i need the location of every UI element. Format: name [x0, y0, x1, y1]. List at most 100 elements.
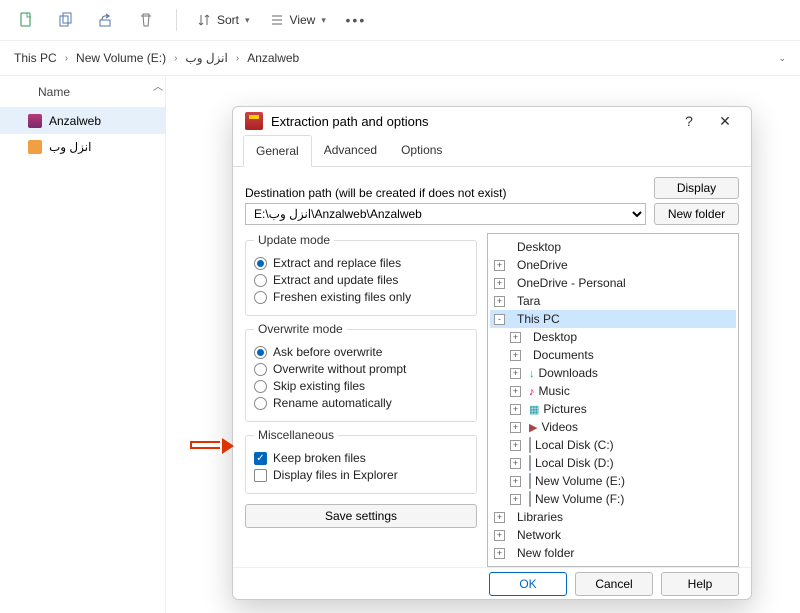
new-icon[interactable]: [10, 4, 42, 36]
dialog-body: Destination path (will be created if doe…: [233, 167, 751, 567]
cancel-button[interactable]: Cancel: [575, 572, 653, 596]
tab-advanced[interactable]: Advanced: [312, 135, 389, 166]
tree-node[interactable]: + OneDrive - Personal: [490, 274, 736, 292]
view-menu[interactable]: View ▾: [264, 13, 332, 27]
tree-label: Tara: [517, 294, 540, 308]
tree-label: Desktop: [533, 330, 577, 344]
tree-label: New folder: [517, 546, 574, 560]
radio-overwrite-noprompt[interactable]: Overwrite without prompt: [254, 362, 468, 376]
tree-node[interactable]: + Documents: [490, 346, 736, 364]
checkbox-display-explorer[interactable]: Display files in Explorer: [254, 468, 468, 482]
help-icon[interactable]: ?: [675, 107, 703, 135]
tree-node[interactable]: - This PC: [490, 310, 736, 328]
expand-icon[interactable]: +: [510, 368, 521, 379]
radio-extract-replace[interactable]: Extract and replace files: [254, 256, 468, 270]
tree-node[interactable]: + ▶ Videos: [490, 418, 736, 436]
radio-skip-existing[interactable]: Skip existing files: [254, 379, 468, 393]
sort-label: Sort: [217, 13, 239, 27]
radio-ask-overwrite[interactable]: Ask before overwrite: [254, 345, 468, 359]
pdf-icon: [28, 140, 42, 154]
tree-label: New Volume (F:): [535, 492, 624, 506]
tree-node[interactable]: +Network: [490, 526, 736, 544]
folder-tree[interactable]: Desktop+OneDrive+OneDrive - Personal+Tar…: [487, 233, 739, 567]
expand-icon[interactable]: +: [494, 512, 505, 523]
radio-rename-auto[interactable]: Rename automatically: [254, 396, 468, 410]
tree-label: Downloads: [539, 366, 598, 380]
crumb[interactable]: New Volume (E:): [76, 51, 166, 65]
tree-node[interactable]: + New Volume (F:): [490, 490, 736, 508]
share-icon[interactable]: [90, 4, 122, 36]
list-item[interactable]: Anzalweb: [0, 108, 165, 134]
radio-extract-update[interactable]: Extract and update files: [254, 273, 468, 287]
tree-node[interactable]: +↓Downloads: [490, 364, 736, 382]
folder-icon: ▶: [525, 420, 537, 434]
expand-icon[interactable]: +: [510, 404, 521, 415]
sort-menu[interactable]: Sort ▾: [191, 13, 256, 27]
tree-label: Desktop: [517, 240, 561, 254]
help-button[interactable]: Help: [661, 572, 739, 596]
expand-icon[interactable]: +: [494, 530, 505, 541]
destination-path-input[interactable]: E:\انزل وب\Anzalweb\Anzalweb: [245, 203, 646, 225]
expand-icon[interactable]: +: [510, 458, 521, 469]
tree-node[interactable]: +♪Music: [490, 382, 736, 400]
checkbox-keep-broken[interactable]: ✓Keep broken files: [254, 451, 468, 465]
breadcrumb[interactable]: This PC› New Volume (E:)› انزل وب› Anzal…: [14, 51, 299, 65]
new-folder-button[interactable]: New folder: [654, 203, 739, 225]
rar-icon: [28, 114, 42, 128]
close-icon[interactable]: ✕: [711, 107, 739, 135]
dialog-title: Extraction path and options: [271, 114, 429, 129]
expand-icon[interactable]: +: [510, 350, 521, 361]
expand-icon[interactable]: +: [494, 296, 505, 307]
toolbar: Sort ▾ View ▾ •••: [0, 0, 800, 40]
crumb[interactable]: Anzalweb: [247, 51, 299, 65]
crumb[interactable]: This PC: [14, 51, 57, 65]
crumb[interactable]: انزل وب: [185, 51, 227, 65]
tree-label: Music: [539, 384, 570, 398]
list-item[interactable]: انزل وب: [0, 134, 165, 160]
ok-button[interactable]: OK: [489, 572, 567, 596]
expand-icon[interactable]: +: [494, 548, 505, 559]
expand-icon[interactable]: +: [510, 332, 521, 343]
expand-icon[interactable]: +: [510, 422, 521, 433]
delete-icon[interactable]: [130, 4, 162, 36]
tree-node[interactable]: + Desktop: [490, 328, 736, 346]
radio-freshen[interactable]: Freshen existing files only: [254, 290, 468, 304]
expand-icon[interactable]: -: [494, 314, 505, 325]
expand-icon[interactable]: +: [510, 440, 521, 451]
expand-icon[interactable]: +: [510, 494, 521, 505]
annotation-arrow: [190, 438, 234, 454]
tree-node[interactable]: +▦Pictures: [490, 400, 736, 418]
tree-node[interactable]: Desktop: [490, 238, 736, 256]
tree-node[interactable]: + New folder: [490, 544, 736, 562]
more-icon[interactable]: •••: [340, 4, 372, 36]
tree-label: Documents: [533, 348, 594, 362]
tree-label: This PC: [517, 312, 560, 326]
save-settings-button[interactable]: Save settings: [245, 504, 477, 528]
tab-general[interactable]: General: [243, 135, 312, 167]
chevron-down-icon[interactable]: ⌄: [778, 53, 786, 64]
chevron-up-icon[interactable]: ︿: [153, 78, 163, 93]
expand-icon[interactable]: +: [494, 278, 505, 289]
tree-label: New Volume (E:): [535, 474, 625, 488]
dialog-actions: OK Cancel Help: [233, 567, 751, 599]
tab-options[interactable]: Options: [389, 135, 454, 166]
tree-node[interactable]: + Local Disk (C:): [490, 436, 736, 454]
tree-node[interactable]: +Libraries: [490, 508, 736, 526]
expand-icon[interactable]: +: [510, 386, 521, 397]
expand-icon[interactable]: +: [510, 476, 521, 487]
expand-icon[interactable]: +: [494, 260, 505, 271]
copy-icon[interactable]: [50, 4, 82, 36]
tree-node[interactable]: + New Volume (E:): [490, 472, 736, 490]
tree-label: OneDrive - Personal: [517, 276, 626, 290]
tree-label: Local Disk (D:): [535, 456, 614, 470]
tree-node[interactable]: + Local Disk (D:): [490, 454, 736, 472]
tree-label: Videos: [541, 420, 577, 434]
folder-icon: [525, 492, 531, 506]
tree-node[interactable]: + Tara: [490, 292, 736, 310]
view-label: View: [290, 13, 316, 27]
display-button[interactable]: Display: [654, 177, 739, 199]
tree-node[interactable]: +OneDrive: [490, 256, 736, 274]
column-header-name[interactable]: Name ︿: [0, 76, 165, 108]
folder-icon: ▦: [525, 402, 539, 416]
tree-label: Local Disk (C:): [535, 438, 614, 452]
